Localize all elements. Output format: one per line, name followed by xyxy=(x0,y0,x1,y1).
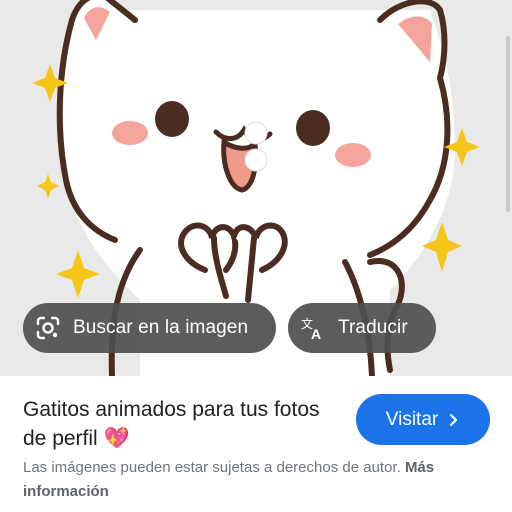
image-scroll-indicator[interactable] xyxy=(506,36,510,212)
copyright-disclaimer: Las imágenes pueden estar sujetas a dere… xyxy=(23,456,493,504)
translate-label: Traducir xyxy=(338,317,408,338)
google-lens-icon xyxy=(35,315,61,341)
result-info-panel: Gatitos animados para tus fotos de perfi… xyxy=(0,376,512,512)
visit-label: Visitar xyxy=(385,408,439,430)
result-title-text: Gatitos animados para tus fotos de perfi… xyxy=(23,398,320,450)
search-in-image-label: Buscar en la imagen xyxy=(73,317,249,338)
disclaimer-text: Las imágenes pueden estar sujetas a dere… xyxy=(23,459,401,476)
sparkle-heart-emoji: 💖 xyxy=(103,427,130,450)
translate-icon: 文 A xyxy=(300,315,326,341)
visit-button[interactable]: Visitar xyxy=(356,394,490,445)
search-in-image-button[interactable]: Buscar en la imagen xyxy=(23,303,276,353)
chevron-right-icon xyxy=(448,413,460,427)
image-preview[interactable]: Buscar en la imagen 文 A Traducir xyxy=(0,0,512,376)
result-title[interactable]: Gatitos animados para tus fotos de perfi… xyxy=(23,395,343,453)
translate-button[interactable]: 文 A Traducir xyxy=(288,303,436,353)
svg-text:A: A xyxy=(311,326,321,341)
